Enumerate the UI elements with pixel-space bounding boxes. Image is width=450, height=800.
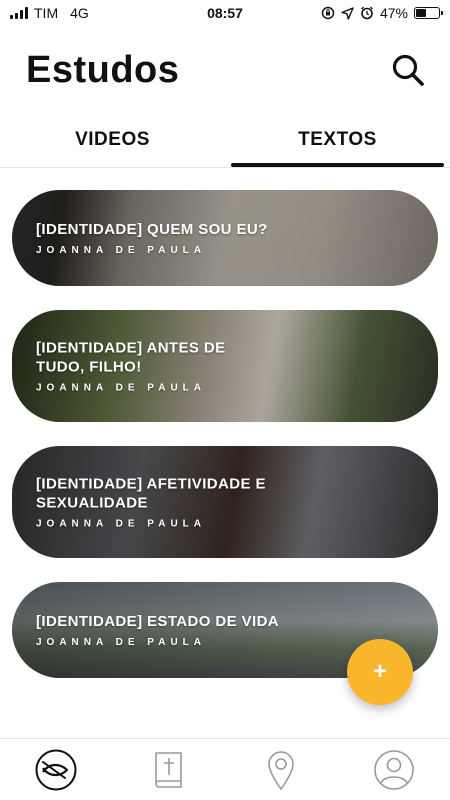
search-button[interactable]: [388, 50, 428, 90]
battery-fill: [416, 9, 426, 17]
battery-icon: [414, 7, 443, 19]
battery-percent: 47%: [379, 5, 408, 21]
study-author: JOANNA DE PAULA: [36, 637, 207, 648]
study-card[interactable]: [IDENTIDADE] ANTES DE TUDO, FILHO! JOANN…: [12, 310, 438, 422]
fish-icon: [35, 749, 77, 790]
study-title: [IDENTIDADE] AFETIVIDADE E SEXUALIDADE: [36, 475, 266, 512]
location-pin-icon: [268, 750, 295, 790]
nav-item-estudos[interactable]: [26, 745, 86, 795]
study-title: [IDENTIDADE] ESTADO DE VIDA: [36, 613, 280, 630]
alarm-icon: [360, 6, 373, 20]
status-bar: TIM 4G 08:57 47%: [0, 0, 450, 26]
plus-icon: +: [372, 658, 387, 685]
network-type: 4G: [70, 5, 89, 21]
study-title: [IDENTIDADE] QUEM SOU EU?: [36, 221, 268, 238]
study-list: [IDENTIDADE] QUEM SOU EU? JOANNA DE PAUL…: [12, 190, 438, 702]
page-title: Estudos: [26, 48, 180, 91]
nav-item-locais[interactable]: [251, 745, 311, 795]
study-title: [IDENTIDADE] ANTES DE TUDO, FILHO!: [36, 339, 226, 376]
tab-textos[interactable]: TEXTOS: [225, 112, 450, 167]
study-card[interactable]: [IDENTIDADE] AFETIVIDADE E SEXUALIDADE J…: [12, 446, 438, 558]
header: Estudos: [0, 40, 450, 100]
user-profile-icon: [373, 749, 414, 790]
tab-bar: VIDEOS TEXTOS: [0, 112, 450, 168]
carrier-name: TIM: [34, 5, 59, 21]
add-button[interactable]: +: [347, 639, 413, 705]
card-text: [IDENTIDADE] ESTADO DE VIDA JOANNA DE PA…: [36, 612, 378, 648]
study-author: JOANNA DE PAULA: [36, 518, 207, 530]
search-icon: [392, 54, 424, 86]
card-text: [IDENTIDADE] AFETIVIDADE E SEXUALIDADE J…: [36, 475, 288, 530]
study-author: JOANNA DE PAULA: [36, 382, 207, 394]
card-text: [IDENTIDADE] QUEM SOU EU? JOANNA DE PAUL…: [36, 220, 378, 256]
status-right: 47%: [321, 5, 443, 21]
bible-icon: [154, 751, 182, 788]
card-text: [IDENTIDADE] ANTES DE TUDO, FILHO! JOANN…: [36, 339, 278, 394]
signal-icon: [10, 7, 28, 19]
study-card[interactable]: [IDENTIDADE] QUEM SOU EU? JOANNA DE PAUL…: [12, 190, 438, 286]
bottom-nav: [0, 738, 450, 800]
status-left: TIM 4G: [10, 5, 89, 21]
study-author: JOANNA DE PAULA: [36, 245, 207, 256]
nav-item-perfil[interactable]: [364, 745, 424, 795]
nav-item-biblia[interactable]: [139, 745, 199, 795]
location-arrow-icon: [341, 6, 354, 20]
orientation-lock-icon: [321, 6, 335, 20]
tab-videos[interactable]: VIDEOS: [0, 112, 225, 167]
